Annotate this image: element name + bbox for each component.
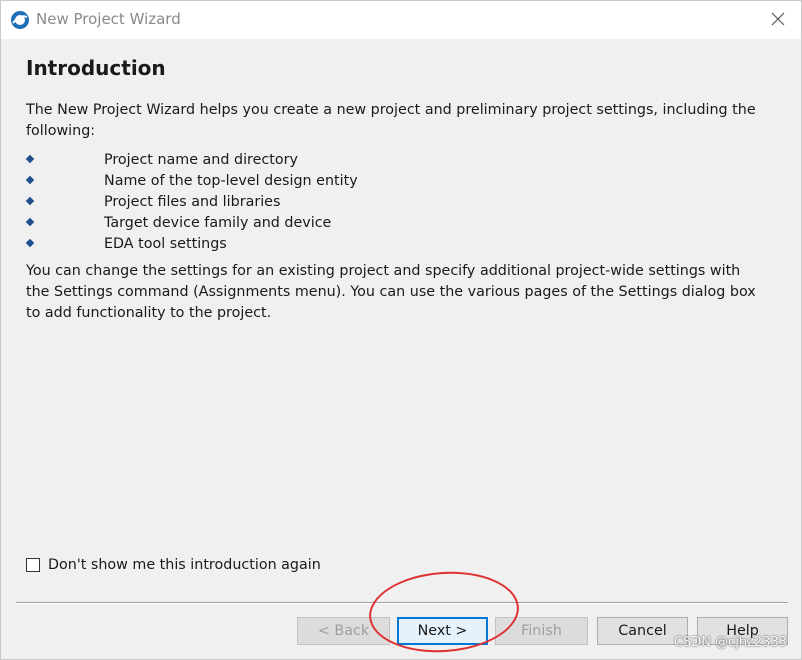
list-item: EDA tool settings xyxy=(25,234,358,255)
back-button[interactable]: < Back xyxy=(297,617,390,645)
page-title: Introduction xyxy=(26,56,166,80)
bullet-icon xyxy=(25,238,35,248)
feature-list: Project name and directory Name of the t… xyxy=(25,150,358,255)
list-item: Project files and libraries xyxy=(25,192,358,213)
close-button[interactable] xyxy=(755,1,801,39)
list-item-label: Name of the top-level design entity xyxy=(104,173,358,189)
intro-text: The New Project Wizard helps you create … xyxy=(26,102,756,139)
next-button[interactable]: Next > xyxy=(397,617,488,645)
list-item-label: Project files and libraries xyxy=(104,194,281,210)
bullet-icon xyxy=(25,154,35,164)
list-item-label: EDA tool settings xyxy=(104,236,227,252)
footer-divider xyxy=(16,602,788,604)
window-title: New Project Wizard xyxy=(36,10,181,28)
checkbox-label: Don't show me this introduction again xyxy=(48,557,321,573)
list-item-label: Target device family and device xyxy=(104,215,332,231)
list-item: Project name and directory xyxy=(25,150,358,171)
finish-button[interactable]: Finish xyxy=(495,617,588,645)
list-item: Name of the top-level design entity xyxy=(25,171,358,192)
bullet-icon xyxy=(25,175,35,185)
watermark: CSDN @cjhz2333 xyxy=(673,635,787,650)
close-icon xyxy=(771,11,785,30)
bullet-icon xyxy=(25,196,35,206)
list-item: Target device family and device xyxy=(25,213,358,234)
wizard-window: New Project Wizard Introduction The New … xyxy=(0,0,802,660)
checkbox-box[interactable] xyxy=(26,558,40,572)
list-item-label: Project name and directory xyxy=(104,152,298,168)
title-bar: New Project Wizard xyxy=(1,1,801,39)
wizard-body: Introduction The New Project Wizard help… xyxy=(1,39,801,659)
dont-show-intro-checkbox[interactable]: Don't show me this introduction again xyxy=(26,557,321,573)
bullet-icon xyxy=(25,217,35,227)
quartus-globe-icon xyxy=(10,10,30,30)
outro-text: You can change the settings for an exist… xyxy=(26,263,756,321)
